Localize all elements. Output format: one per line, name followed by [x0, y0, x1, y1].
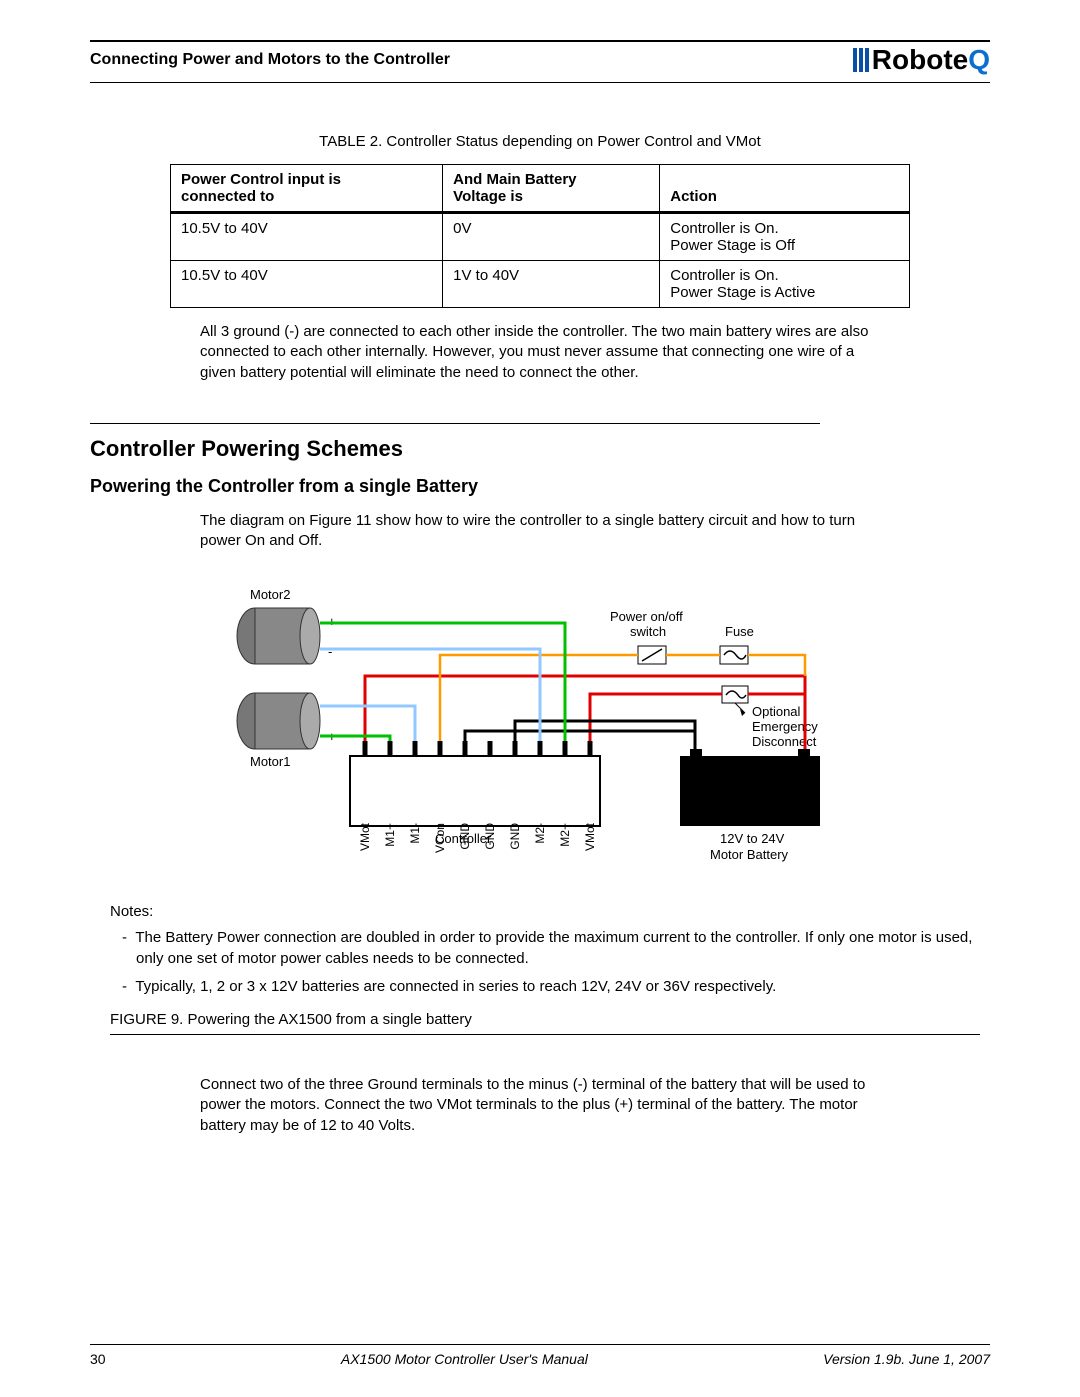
opt-label-3: Disconnect: [752, 734, 817, 749]
brand-logo: RoboteQ: [853, 44, 990, 76]
cell: 10.5V to 40V: [171, 261, 443, 308]
term-8: M2+: [558, 823, 572, 847]
table-row: 10.5V to 40V 0V Controller is On.Power S…: [171, 213, 910, 261]
footer-version: Version 1.9b. June 1, 2007: [823, 1351, 990, 1367]
status-table: Power Control input isconnected to And M…: [170, 164, 910, 308]
controller-label: Controller: [435, 831, 492, 846]
th-batt-a: And Main Battery: [453, 171, 576, 188]
note-item: - Typically, 1, 2 or 3 x 12V batteries a…: [110, 977, 990, 997]
th-power-a: Power Control input is: [181, 171, 341, 188]
opt-label-2: Emergency: [752, 719, 818, 734]
switch-label-1: Power on/off: [610, 609, 683, 624]
brand-q: Q: [968, 44, 990, 76]
motor1-label: Motor1: [250, 754, 290, 769]
term-7: M2-: [533, 823, 547, 844]
cell: Controller is On.Power Stage is Off: [660, 213, 910, 261]
m2-minus: -: [328, 644, 332, 659]
figure-caption: FIGURE 9. Powering the AX1500 from a sin…: [110, 1011, 990, 1028]
table-caption: TABLE 2. Controller Status depending on …: [90, 133, 990, 150]
notes-label: Notes:: [110, 903, 990, 920]
cell: 1V to 40V: [443, 261, 660, 308]
th-action: Action: [670, 188, 717, 205]
opt-label-1: Optional: [752, 704, 801, 719]
batt-label-1: 12V to 24V: [720, 831, 785, 846]
fuse-label: Fuse: [725, 624, 754, 639]
cell: Controller is On.Power Stage is Active: [660, 261, 910, 308]
note-item: - The Battery Power connection are doubl…: [110, 928, 990, 969]
cell: 10.5V to 40V: [171, 213, 443, 261]
th-batt-b: Voltage is: [453, 188, 523, 205]
switch-label-2: switch: [630, 624, 666, 639]
footer-manual-title: AX1500 Motor Controller User's Manual: [341, 1351, 588, 1367]
motor2-label: Motor2: [250, 587, 290, 602]
wiring-diagram: Motor2 Motor1 + - - +: [180, 581, 900, 891]
section-heading: Controller Powering Schemes: [90, 436, 990, 462]
subsection-heading: Powering the Controller from a single Ba…: [90, 476, 990, 497]
subsection-para: The diagram on Figure 11 show how to wir…: [200, 511, 880, 552]
cell: 0V: [443, 213, 660, 261]
table-row: 10.5V to 40V 1V to 40V Controller is On.…: [171, 261, 910, 308]
brand-text: Robote: [872, 44, 968, 76]
page-number: 30: [90, 1351, 106, 1367]
header-section-title: Connecting Power and Motors to the Contr…: [90, 51, 450, 69]
term-6: GND: [508, 823, 522, 850]
batt-label-2: Motor Battery: [710, 847, 789, 862]
term-0: VMot: [358, 823, 372, 852]
th-power-b: connected to: [181, 188, 274, 205]
term-1: M1+: [383, 823, 397, 847]
term-2: M1-: [408, 823, 422, 844]
connect-paragraph: Connect two of the three Ground terminal…: [200, 1075, 880, 1136]
term-9: VMot: [583, 823, 597, 852]
logo-bars-icon: [853, 48, 869, 72]
para-after-table: All 3 ground (-) are connected to each o…: [200, 322, 880, 383]
